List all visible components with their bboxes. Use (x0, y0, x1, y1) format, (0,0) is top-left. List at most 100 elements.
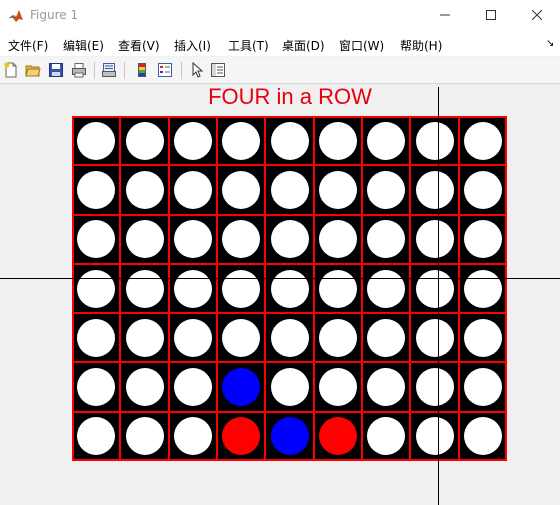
empty-slot[interactable] (270, 269, 309, 308)
close-button[interactable] (514, 0, 560, 30)
empty-slot[interactable] (463, 368, 502, 407)
empty-slot[interactable] (222, 121, 261, 160)
empty-slot[interactable] (415, 269, 454, 308)
empty-slot[interactable] (270, 121, 309, 160)
empty-slot[interactable] (367, 318, 406, 357)
empty-slot[interactable] (173, 368, 212, 407)
empty-slot[interactable] (318, 318, 357, 357)
empty-slot[interactable] (125, 170, 164, 209)
empty-slot[interactable] (173, 269, 212, 308)
empty-slot[interactable] (173, 121, 212, 160)
print-preview-button[interactable] (100, 61, 118, 79)
print-icon (72, 63, 86, 78)
colorbar-button[interactable] (133, 61, 151, 79)
empty-slot[interactable] (367, 368, 406, 407)
empty-slot[interactable] (367, 170, 406, 209)
legend-button[interactable] (156, 61, 174, 79)
menu-overflow-arrow-icon[interactable]: ↘ (546, 38, 554, 49)
empty-slot[interactable] (463, 170, 502, 209)
empty-slot[interactable] (125, 318, 164, 357)
toolbar-separator (94, 62, 95, 79)
menu-tools[interactable]: 工具(T) (228, 37, 269, 54)
empty-slot[interactable] (318, 220, 357, 259)
empty-slot[interactable] (125, 269, 164, 308)
blue-disc[interactable] (270, 417, 309, 456)
empty-slot[interactable] (173, 318, 212, 357)
empty-slot[interactable] (222, 170, 261, 209)
property-inspector-button[interactable] (209, 61, 227, 79)
empty-slot[interactable] (77, 417, 116, 456)
empty-slot[interactable] (125, 368, 164, 407)
toolbar-separator (124, 62, 125, 79)
maximize-button[interactable] (468, 0, 514, 30)
empty-slot[interactable] (415, 220, 454, 259)
empty-slot[interactable] (415, 368, 454, 407)
empty-slot[interactable] (367, 220, 406, 259)
empty-slot[interactable] (222, 318, 261, 357)
empty-slot[interactable] (173, 220, 212, 259)
save-button[interactable] (47, 61, 65, 79)
empty-slot[interactable] (463, 121, 502, 160)
empty-slot[interactable] (125, 121, 164, 160)
open-file-button[interactable] (24, 61, 42, 79)
red-disc[interactable] (318, 417, 357, 456)
empty-slot[interactable] (77, 269, 116, 308)
empty-slot[interactable] (318, 368, 357, 407)
blue-disc[interactable] (222, 368, 261, 407)
menu-view[interactable]: 查看(V) (118, 37, 160, 54)
empty-slot[interactable] (463, 220, 502, 259)
empty-slot[interactable] (77, 368, 116, 407)
print-button[interactable] (70, 61, 88, 79)
menu-file[interactable]: 文件(F) (8, 37, 48, 54)
grid-line-vertical (167, 116, 170, 461)
empty-slot[interactable] (222, 220, 261, 259)
empty-slot[interactable] (222, 269, 261, 308)
empty-slot[interactable] (367, 417, 406, 456)
grid-line-horizontal (72, 213, 507, 216)
empty-slot[interactable] (367, 269, 406, 308)
menu-desktop[interactable]: 桌面(D) (282, 37, 325, 54)
menu-insert[interactable]: 插入(I) (174, 37, 211, 54)
empty-slot[interactable] (270, 318, 309, 357)
menu-window[interactable]: 窗口(W) (339, 37, 384, 54)
grid-line-vertical (216, 116, 218, 461)
edit-plot-button[interactable] (188, 61, 206, 79)
grid-line-horizontal (72, 312, 507, 315)
empty-slot[interactable] (463, 318, 502, 357)
grid-line-horizontal (72, 410, 507, 413)
empty-slot[interactable] (270, 220, 309, 259)
grid-line-horizontal (72, 262, 507, 265)
minimize-button[interactable] (422, 0, 468, 30)
empty-slot[interactable] (173, 417, 212, 456)
empty-slot[interactable] (367, 121, 406, 160)
empty-slot[interactable] (77, 220, 116, 259)
grid-line-vertical (119, 116, 122, 461)
empty-slot[interactable] (318, 170, 357, 209)
empty-slot[interactable] (77, 318, 116, 357)
empty-slot[interactable] (125, 417, 164, 456)
empty-slot[interactable] (318, 269, 357, 308)
empty-slot[interactable] (415, 318, 454, 357)
empty-slot[interactable] (125, 220, 164, 259)
empty-slot[interactable] (318, 121, 357, 160)
empty-slot[interactable] (415, 417, 454, 456)
empty-slot[interactable] (77, 170, 116, 209)
empty-slot[interactable] (415, 121, 454, 160)
game-board[interactable] (72, 116, 507, 461)
menu-edit[interactable]: 编辑(E) (63, 37, 104, 54)
empty-slot[interactable] (77, 121, 116, 160)
empty-slot[interactable] (270, 368, 309, 407)
empty-slot[interactable] (463, 417, 502, 456)
title-bar: Figure 1 (0, 0, 560, 32)
empty-slot[interactable] (463, 269, 502, 308)
empty-slot[interactable] (415, 170, 454, 209)
grid-line-vertical (264, 116, 267, 461)
new-figure-button[interactable] (2, 61, 20, 79)
empty-slot[interactable] (173, 170, 212, 209)
empty-slot[interactable] (270, 170, 309, 209)
menu-help[interactable]: 帮助(H) (400, 37, 442, 54)
grid-line-vertical (72, 116, 74, 461)
grid-line-vertical (457, 116, 460, 461)
grid-line-vertical (409, 116, 412, 461)
red-disc[interactable] (222, 417, 261, 456)
